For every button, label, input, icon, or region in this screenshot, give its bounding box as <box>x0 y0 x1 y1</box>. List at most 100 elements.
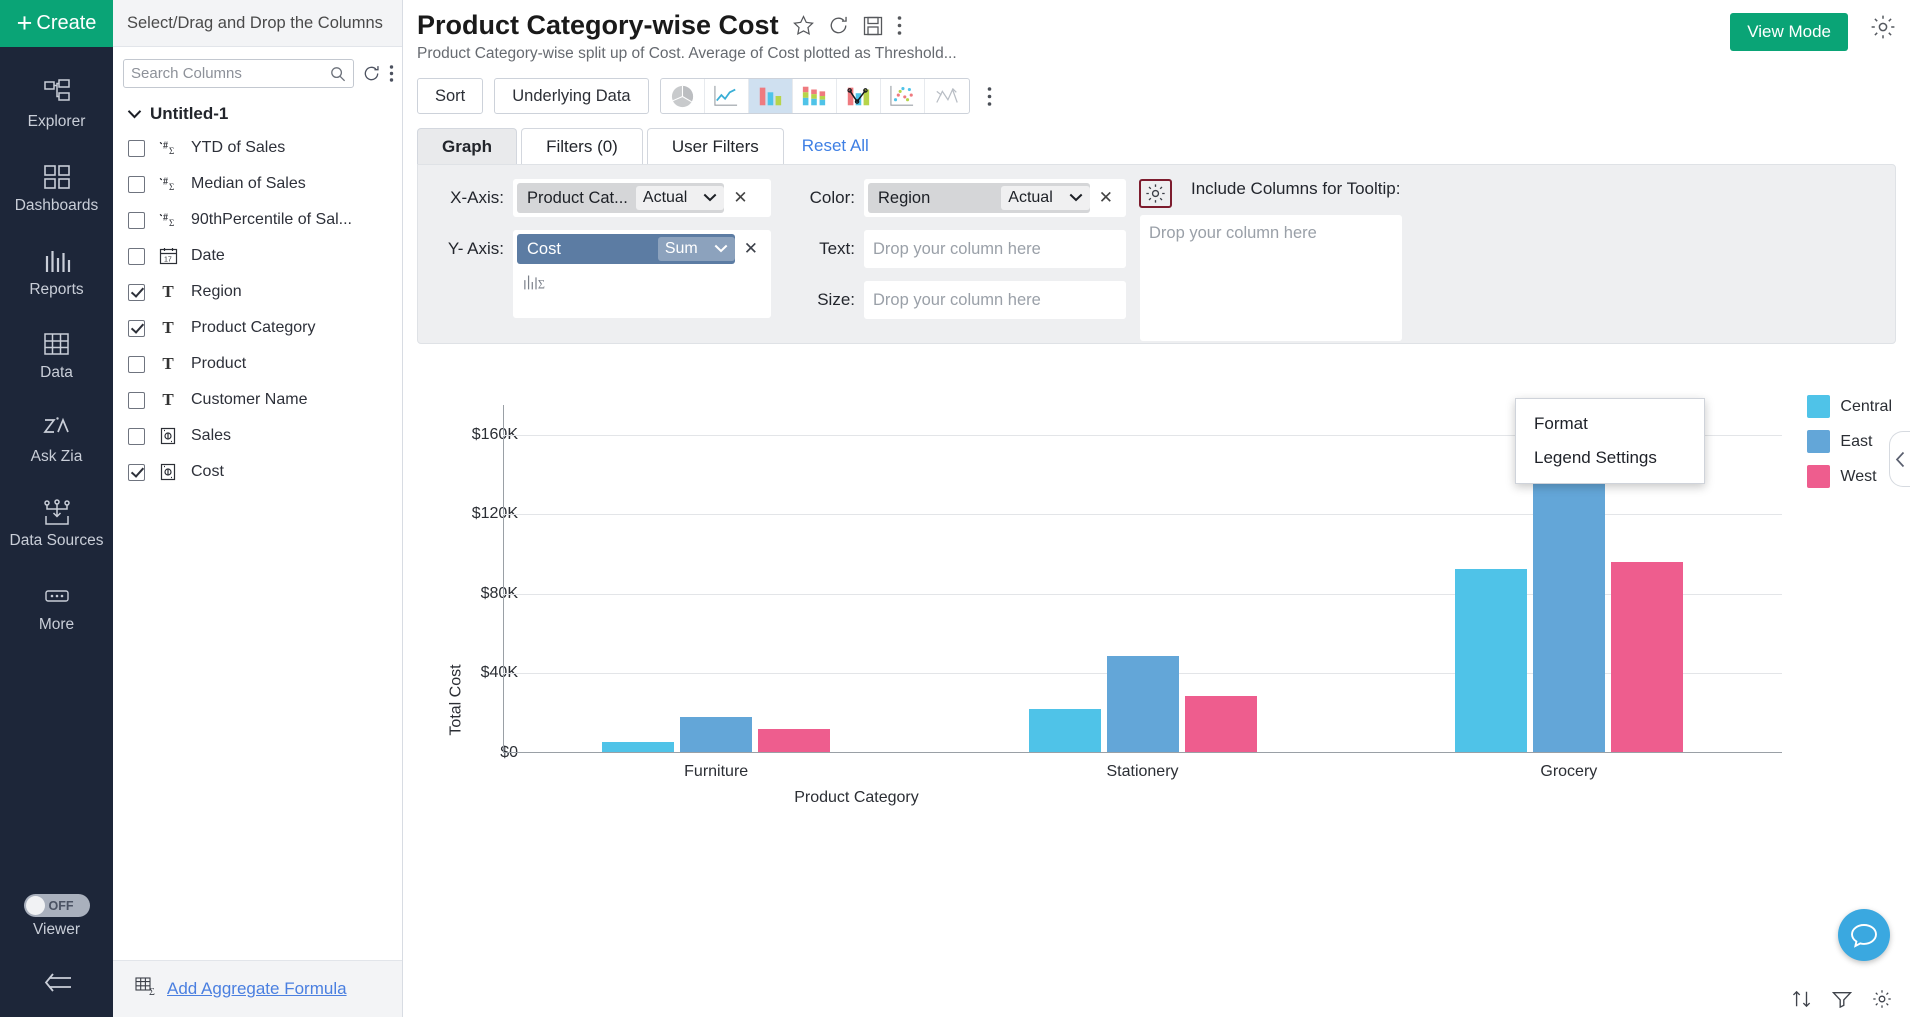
pie-chart-icon[interactable] <box>661 79 705 113</box>
color-pill[interactable]: Region Actual <box>868 183 1090 213</box>
legend-label: Central <box>1840 397 1892 415</box>
column-checkbox[interactable] <box>128 355 145 373</box>
aggregate-formula-icon: Σ <box>135 977 157 1001</box>
column-checkbox[interactable] <box>128 283 145 301</box>
collapse-legend-panel-button[interactable] <box>1889 431 1910 487</box>
web-chart-icon[interactable] <box>925 79 969 113</box>
columns-more-icon[interactable] <box>389 64 394 83</box>
chart-settings-gear-icon[interactable] <box>1872 989 1892 1009</box>
create-button[interactable]: + Create <box>0 0 113 47</box>
context-menu-item-format[interactable]: Format <box>1516 407 1704 441</box>
sidebar-item-data-sources[interactable]: Data Sources <box>0 496 113 550</box>
chart-bar[interactable] <box>602 742 675 752</box>
favorite-star-icon[interactable] <box>792 15 814 36</box>
sidebar-item-ask-zia[interactable]: Ask Zia <box>0 412 113 466</box>
column-list-item[interactable]: # Σ Median of Sales <box>113 166 402 202</box>
viewer-toggle[interactable]: OFF Viewer <box>0 894 113 939</box>
tooltip-drop-zone[interactable]: Drop your column here <box>1140 215 1402 341</box>
search-input[interactable] <box>131 65 330 82</box>
chart-bar[interactable] <box>1106 655 1179 752</box>
column-checkbox[interactable] <box>128 247 145 265</box>
combo-chart-icon[interactable] <box>837 79 881 113</box>
y-axis-label: Y- Axis: <box>447 239 504 258</box>
legend-swatch <box>1807 395 1831 418</box>
sidebar-item-data[interactable]: Data <box>0 328 113 382</box>
sidebar-item-explorer[interactable]: Explorer <box>0 77 113 131</box>
refresh-icon[interactable] <box>828 15 849 36</box>
column-checkbox[interactable] <box>128 463 145 481</box>
chart-bar[interactable] <box>1028 709 1101 752</box>
column-list-item[interactable]: Sales <box>113 418 402 454</box>
column-list-item[interactable]: T Region <box>113 274 402 310</box>
text-type-icon: T <box>162 318 174 337</box>
x-axis-remove-button[interactable]: ✕ <box>724 188 756 208</box>
x-axis-aggregate-select[interactable]: Actual <box>635 186 725 210</box>
y-axis-remove-button[interactable]: ✕ <box>735 239 767 259</box>
column-checkbox[interactable] <box>128 319 145 337</box>
column-checkbox[interactable] <box>128 391 145 409</box>
color-aggregate-select[interactable]: Actual <box>1001 186 1090 210</box>
x-axis-drop-zone[interactable]: Product Cat... Actual ✕ <box>513 179 771 217</box>
column-checkbox[interactable] <box>128 175 145 193</box>
bar-chart-icon[interactable] <box>748 79 793 113</box>
underlying-data-button[interactable]: Underlying Data <box>494 78 649 114</box>
y-axis-pill[interactable]: Cost Sum <box>517 234 735 264</box>
scatter-chart-icon[interactable] <box>881 79 925 113</box>
sort-toggle-icon[interactable] <box>1792 990 1812 1008</box>
size-drop-zone[interactable]: Drop your column here <box>864 281 1126 319</box>
measure-aggregate-icon[interactable]: Σ <box>523 272 549 297</box>
settings-gear-icon[interactable] <box>1870 14 1896 45</box>
viewer-toggle-switch[interactable]: OFF <box>23 894 90 918</box>
sidebar-item-more[interactable]: More <box>0 580 113 634</box>
chart-bar[interactable] <box>1610 562 1683 752</box>
sort-button[interactable]: Sort <box>417 78 484 114</box>
add-aggregate-formula-link[interactable]: Add Aggregate Formula <box>167 979 347 999</box>
color-remove-button[interactable]: ✕ <box>1090 188 1122 208</box>
line-chart-icon[interactable] <box>705 79 749 113</box>
color-settings-gear-icon[interactable] <box>1139 179 1172 208</box>
formula-type-icon: # Σ <box>157 175 179 193</box>
view-mode-button[interactable]: View Mode <box>1730 13 1848 51</box>
column-list-item[interactable]: T Product <box>113 346 402 382</box>
column-checkbox[interactable] <box>128 139 145 157</box>
x-axis-pill[interactable]: Product Cat... Actual <box>517 183 725 213</box>
column-list-item[interactable]: # Σ YTD of Sales <box>113 130 402 166</box>
tab-user-filters[interactable]: User Filters <box>646 128 784 164</box>
tab-filters[interactable]: Filters (0) <box>521 128 643 164</box>
table-group-untitled-1[interactable]: Untitled-1 <box>113 96 402 130</box>
refresh-columns-icon[interactable] <box>362 64 381 83</box>
y-axis-aggregate-select[interactable]: Sum <box>657 237 735 261</box>
context-menu-item-legend-settings[interactable]: Legend Settings <box>1516 441 1704 475</box>
collapse-sidebar-button[interactable] <box>0 967 113 999</box>
column-checkbox[interactable] <box>128 211 145 229</box>
stacked-bar-chart-icon[interactable] <box>793 79 837 113</box>
save-icon[interactable] <box>863 16 883 36</box>
toolbar-more-icon[interactable] <box>981 86 998 107</box>
chart-bar[interactable] <box>758 729 831 752</box>
column-list-item[interactable]: 17 Date <box>113 238 402 274</box>
column-list-item[interactable]: T Product Category <box>113 310 402 346</box>
chat-support-button[interactable] <box>1838 909 1890 961</box>
report-more-icon[interactable] <box>897 15 902 36</box>
column-list-item[interactable]: Cost <box>113 454 402 490</box>
column-label: Cost <box>191 463 224 480</box>
chart-bar[interactable] <box>1454 569 1527 752</box>
column-list-item[interactable]: T Customer Name <box>113 382 402 418</box>
chart-bar[interactable] <box>680 717 753 752</box>
page-title: Product Category-wise Cost <box>417 10 779 40</box>
color-drop-zone[interactable]: Region Actual ✕ <box>864 179 1126 217</box>
text-drop-zone[interactable]: Drop your column here <box>864 230 1126 268</box>
y-axis-drop-zone[interactable]: Cost Sum ✕ Σ <box>513 230 771 318</box>
legend-item[interactable]: West <box>1807 465 1892 488</box>
tab-graph[interactable]: Graph <box>417 128 518 164</box>
column-checkbox[interactable] <box>128 427 145 445</box>
search-columns-box[interactable] <box>123 59 354 88</box>
chart-bar[interactable] <box>1184 696 1257 752</box>
sidebar-item-reports[interactable]: Reports <box>0 245 113 299</box>
reset-all-link[interactable]: Reset All <box>802 136 869 156</box>
filter-icon[interactable] <box>1832 990 1852 1008</box>
sidebar-item-dashboards[interactable]: Dashboards <box>0 161 113 215</box>
legend-item[interactable]: Central <box>1807 395 1892 418</box>
column-list-item[interactable]: # Σ 90thPercentile of Sal... <box>113 202 402 238</box>
legend-item[interactable]: East <box>1807 430 1892 453</box>
